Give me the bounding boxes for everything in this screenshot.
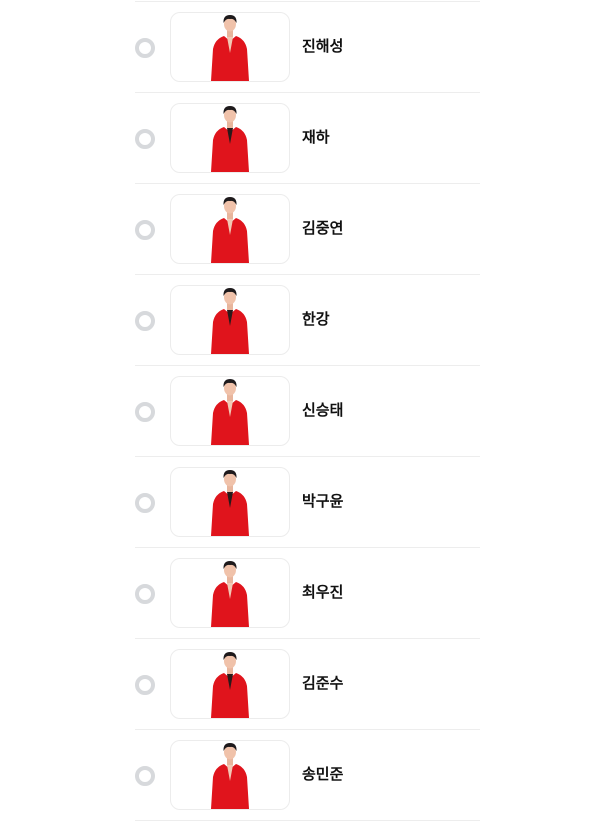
candidate-photo[interactable] xyxy=(170,194,290,264)
candidate-photo[interactable] xyxy=(170,558,290,628)
radio-button[interactable] xyxy=(135,584,155,604)
portrait-silhouette xyxy=(211,561,249,627)
candidate-row[interactable]: 신승태 xyxy=(135,366,480,457)
portrait-silhouette xyxy=(211,379,249,445)
radio-button[interactable] xyxy=(135,675,155,695)
candidate-row[interactable]: 박구윤 xyxy=(135,457,480,548)
candidate-name: 김중연 xyxy=(302,219,344,237)
candidate-row[interactable]: 한강 xyxy=(135,275,480,366)
candidate-row[interactable]: 최우진 xyxy=(135,548,480,639)
candidate-list: 진해성 재하 김중연 한강 신승태 박구윤 최우진 김준수 송민준 xyxy=(135,1,480,821)
candidate-row[interactable]: 재하 xyxy=(135,93,480,184)
radio-button[interactable] xyxy=(135,402,155,422)
radio-button[interactable] xyxy=(135,129,155,149)
candidate-photo[interactable] xyxy=(170,103,290,173)
candidate-photo[interactable] xyxy=(170,467,290,537)
candidate-row[interactable]: 김중연 xyxy=(135,184,480,275)
radio-button[interactable] xyxy=(135,220,155,240)
candidate-name: 송민준 xyxy=(302,765,344,783)
candidate-name: 진해성 xyxy=(302,37,344,55)
candidate-photo[interactable] xyxy=(170,12,290,82)
candidate-row[interactable]: 송민준 xyxy=(135,730,480,821)
radio-button[interactable] xyxy=(135,493,155,513)
candidate-name: 재하 xyxy=(302,128,330,146)
portrait-silhouette xyxy=(211,106,249,172)
candidate-name: 신승태 xyxy=(302,401,344,419)
radio-button[interactable] xyxy=(135,38,155,58)
candidate-row[interactable]: 김준수 xyxy=(135,639,480,730)
portrait-silhouette xyxy=(211,15,249,81)
radio-button[interactable] xyxy=(135,766,155,786)
portrait-silhouette xyxy=(211,743,249,809)
candidate-photo[interactable] xyxy=(170,285,290,355)
radio-button[interactable] xyxy=(135,311,155,331)
candidate-name: 최우진 xyxy=(302,583,344,601)
portrait-silhouette xyxy=(211,652,249,718)
portrait-silhouette xyxy=(211,197,249,263)
portrait-silhouette xyxy=(211,288,249,354)
candidate-photo[interactable] xyxy=(170,376,290,446)
candidate-name: 김준수 xyxy=(302,674,344,692)
candidate-name: 박구윤 xyxy=(302,492,344,510)
candidate-photo[interactable] xyxy=(170,649,290,719)
candidate-photo[interactable] xyxy=(170,740,290,810)
candidate-row[interactable]: 진해성 xyxy=(135,2,480,93)
candidate-name: 한강 xyxy=(302,310,330,328)
portrait-silhouette xyxy=(211,470,249,536)
